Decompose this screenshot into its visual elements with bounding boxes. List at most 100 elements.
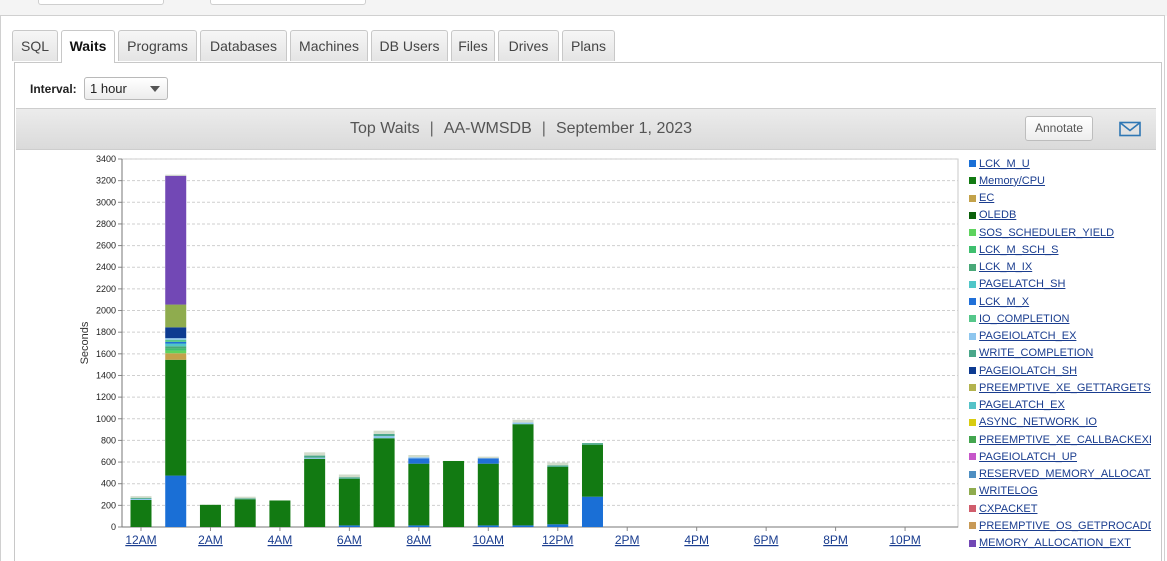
bar-segment [130, 497, 152, 499]
legend-swatch [969, 315, 976, 323]
legend-swatch [969, 263, 976, 271]
legend-label[interactable]: LCK_M_U [979, 158, 1151, 170]
legend-swatch [969, 453, 976, 461]
legend-item[interactable]: PAGELATCH_SH [969, 276, 1151, 293]
legend-item[interactable]: CXPACKET [969, 500, 1151, 517]
bar-segment [165, 174, 187, 176]
legend-label[interactable]: PREEMPTIVE_OS_GETPROCADDRESS [979, 520, 1151, 532]
legend-item[interactable]: Memory/CPU [969, 172, 1151, 189]
bar-segment [408, 455, 430, 458]
legend-label[interactable]: PREEMPTIVE_XE_CALLBACKEXECUTE [979, 434, 1151, 446]
legend-label[interactable]: LCK_M_X [979, 296, 1151, 308]
x-tick-label[interactable]: 8PM [823, 533, 848, 547]
bar-segment [165, 175, 187, 305]
bar-segment [408, 457, 430, 459]
legend-item[interactable]: PREEMPTIVE_XE_CALLBACKEXECUTE [969, 431, 1151, 448]
bar-segment [165, 359, 187, 476]
bar-segment [234, 498, 256, 500]
bar-segment [512, 422, 534, 425]
tab-waits[interactable]: Waits [61, 30, 115, 63]
legend-swatch [969, 418, 976, 426]
legend-label[interactable]: EC [979, 192, 1151, 204]
legend-item[interactable]: OLEDB [969, 207, 1151, 224]
legend-label[interactable]: CXPACKET [979, 503, 1151, 515]
bar-segment [581, 444, 603, 497]
legend-item[interactable]: ASYNC_NETWORK_IO [969, 414, 1151, 431]
legend-item[interactable]: LCK_M_X [969, 293, 1151, 310]
legend-item[interactable]: WRITE_COMPLETION [969, 345, 1151, 362]
legend-swatch [969, 160, 976, 167]
legend-label[interactable]: WRITELOG [979, 485, 1151, 497]
legend-label[interactable]: RESERVED_MEMORY_ALLOCATION_EXT [979, 468, 1151, 480]
legend-label[interactable]: PAGELATCH_SH [979, 278, 1151, 290]
bar-segment [373, 433, 395, 437]
bar-segment [477, 458, 499, 464]
legend-item[interactable]: PAGEIOLATCH_EX [969, 328, 1151, 345]
legend-label[interactable]: PAGEIOLATCH_EX [979, 330, 1151, 342]
x-tick-label[interactable]: 4PM [684, 533, 709, 547]
bar-segment [373, 438, 395, 527]
legend-label[interactable]: Memory/CPU [979, 175, 1151, 187]
legend-item[interactable]: SOS_SCHEDULER_YIELD [969, 224, 1151, 241]
legend-item[interactable]: PAGELATCH_EX [969, 397, 1151, 414]
bar-segment [477, 456, 499, 459]
legend-label[interactable]: ASYNC_NETWORK_IO [979, 416, 1151, 428]
legend-item[interactable]: PREEMPTIVE_OS_GETPROCADDRESS [969, 517, 1151, 534]
legend-label[interactable]: MEMORY_ALLOCATION_EXT [979, 537, 1151, 549]
legend-label[interactable]: PAGEIOLATCH_UP [979, 451, 1151, 463]
y-tick-label: 200 [101, 500, 116, 510]
legend-swatch [969, 298, 976, 305]
legend-label[interactable]: IO_COMPLETION [979, 313, 1151, 325]
x-tick-label[interactable]: 6AM [337, 533, 362, 547]
legend-swatch [969, 522, 976, 530]
y-axis-label: Seconds [79, 321, 91, 364]
legend-swatch [969, 246, 976, 254]
y-tick-label: 1200 [96, 392, 116, 402]
legend-item[interactable]: LCK_M_U [969, 155, 1151, 172]
bar-segment [269, 500, 291, 527]
legend-item[interactable]: WRITELOG [969, 483, 1151, 500]
legend-item[interactable]: PAGEIOLATCH_SH [969, 362, 1151, 379]
legend-item[interactable]: PAGEIOLATCH_UP [969, 448, 1151, 465]
legend-label[interactable]: WRITE_COMPLETION [979, 347, 1151, 359]
bar-segment [304, 458, 326, 527]
bar-segment [408, 525, 430, 527]
bar-segment [304, 457, 326, 459]
legend-label[interactable]: PAGELATCH_EX [979, 399, 1151, 411]
legend-item[interactable]: EC [969, 190, 1151, 207]
legend-item[interactable]: MEMORY_ALLOCATION_EXT [969, 535, 1151, 552]
legend-item[interactable]: IO_COMPLETION [969, 310, 1151, 327]
x-tick-label[interactable]: 10PM [889, 533, 920, 547]
x-tick-label[interactable]: 10AM [473, 533, 504, 547]
x-tick-label[interactable]: 12PM [542, 533, 573, 547]
y-tick-label: 1600 [96, 349, 116, 359]
bar-segment [338, 525, 360, 527]
legend-label[interactable]: PREEMPTIVE_XE_GETTARGETSTATE [979, 382, 1151, 394]
bar-segment [512, 525, 534, 527]
bar-segment [199, 504, 221, 527]
legend-item[interactable]: RESERVED_MEMORY_ALLOCATION_EXT [969, 466, 1151, 483]
legend-label[interactable]: LCK_M_IX [979, 261, 1151, 273]
x-tick-label[interactable]: 6PM [754, 533, 779, 547]
bar-segment [165, 343, 187, 347]
legend-item[interactable]: LCK_M_IX [969, 259, 1151, 276]
y-tick-label: 2800 [96, 219, 116, 229]
x-tick-label[interactable]: 8AM [406, 533, 431, 547]
legend-label[interactable]: PAGEIOLATCH_SH [979, 365, 1151, 377]
bar-segment [408, 463, 430, 526]
legend-item[interactable]: PREEMPTIVE_XE_GETTARGETSTATE [969, 379, 1151, 396]
legend-label[interactable]: OLEDB [979, 209, 1151, 221]
x-tick-label[interactable]: 4AM [268, 533, 293, 547]
bar-segment [165, 348, 187, 351]
legend-label[interactable]: SOS_SCHEDULER_YIELD [979, 227, 1151, 239]
y-tick-label: 3000 [96, 197, 116, 207]
legend-label[interactable]: LCK_M_SCH_S [979, 244, 1151, 256]
legend-swatch [969, 211, 976, 219]
bar-segment [408, 458, 430, 464]
x-tick-label[interactable]: 2AM [198, 533, 223, 547]
x-tick-label[interactable]: 2PM [615, 533, 640, 547]
x-tick-label[interactable]: 12AM [125, 533, 156, 547]
bar-segment [581, 443, 603, 445]
legend-swatch [969, 177, 976, 185]
legend-item[interactable]: LCK_M_SCH_S [969, 241, 1151, 258]
